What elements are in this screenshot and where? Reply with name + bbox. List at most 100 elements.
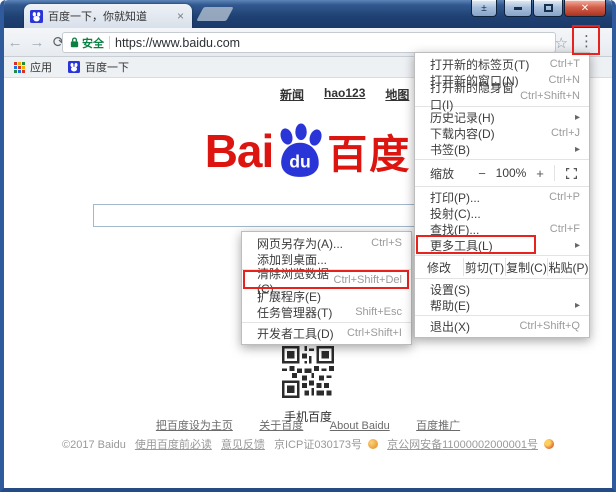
submenu-arrow-icon: ▸: [575, 240, 580, 251]
logo-text-hanzi: 百度: [327, 122, 411, 180]
menu-item-shortcut: Ctrl+Shift+Q: [519, 320, 580, 332]
menu-item-shortcut: Ctrl+T: [550, 58, 580, 70]
baidu-favicon-icon: [68, 61, 80, 73]
zoom-out-button[interactable]: −: [472, 166, 492, 181]
tab-close-icon[interactable]: ×: [175, 9, 186, 23]
menu-item-new-tab[interactable]: 打开新的标签页(T) Ctrl+T: [415, 56, 589, 72]
close-button[interactable]: ✕: [564, 0, 606, 17]
bookmark-label: 百度一下: [85, 59, 129, 75]
menu-item-shortcut: Ctrl+N: [549, 74, 580, 86]
forward-icon: →: [30, 34, 45, 51]
top-nav: 新闻 hao123 地图: [280, 86, 409, 103]
nav-link-hao123[interactable]: hao123: [324, 86, 365, 103]
menu-item-shortcut: Ctrl+Shift+N: [520, 90, 580, 102]
menu-item-label: 任务管理器(T): [257, 304, 332, 321]
menu-item-shortcut: Ctrl+P: [549, 191, 580, 203]
menu-dots-icon[interactable]: ⋮: [579, 32, 594, 52]
menu-item-shortcut: Shift+Esc: [355, 306, 402, 318]
footer-link-promotion[interactable]: 百度推广: [416, 420, 460, 432]
footer-link-must-read[interactable]: 使用百度前必读: [135, 439, 212, 451]
menu-item-label: 打印(P)...: [430, 189, 480, 206]
security-label: 安全: [82, 35, 104, 51]
zoom-label: 缩放: [430, 165, 472, 182]
menu-item-label: 退出(X): [430, 318, 470, 335]
fullscreen-button[interactable]: [559, 168, 583, 179]
beian-text[interactable]: 京公网安备11000002000001号: [387, 439, 538, 451]
menu-separator: [415, 186, 589, 187]
apps-label: 应用: [30, 59, 52, 75]
back-button[interactable]: ←: [4, 34, 26, 51]
browser-tab[interactable]: 百度一下，你就知道 ×: [24, 4, 192, 28]
submenu-item-extensions[interactable]: 扩展程序(E): [242, 288, 411, 304]
footer-link-about-en[interactable]: About Baidu: [330, 420, 390, 432]
maximize-button[interactable]: [533, 0, 563, 17]
new-tab-button[interactable]: [196, 7, 233, 21]
menu-item-incognito[interactable]: 打开新的隐身窗口(I) Ctrl+Shift+N: [415, 88, 589, 104]
bookmark-star-icon[interactable]: ☆: [555, 34, 568, 52]
footer-link-feedback[interactable]: 意见反馈: [221, 439, 265, 451]
menu-item-print[interactable]: 打印(P)... Ctrl+P: [415, 189, 589, 205]
menu-separator: [242, 322, 411, 323]
zoom-value: 100%: [492, 166, 530, 180]
menu-item-more-tools[interactable]: 更多工具(L) ▸: [415, 237, 589, 253]
security-chip[interactable]: 安全: [70, 35, 104, 51]
menu-separator: [415, 159, 589, 160]
title-bar: 百度一下，你就知道 × ± ✕: [4, 0, 612, 28]
forward-button[interactable]: →: [26, 34, 48, 51]
menu-item-bookmarks[interactable]: 书签(B) ▸: [415, 141, 589, 157]
menu-item-label: 投射(C)...: [430, 205, 481, 222]
menu-item-label: 打开新的标签页(T): [430, 56, 529, 73]
menu-item-label: 查找(F)...: [430, 221, 479, 238]
menu-item-downloads[interactable]: 下载内容(D) Ctrl+J: [415, 125, 589, 141]
nav-link-map[interactable]: 地图: [385, 86, 409, 103]
zoom-divider: [554, 165, 555, 181]
bookmark-item-baidu[interactable]: 百度一下: [68, 59, 129, 75]
menu-item-history[interactable]: 历史记录(H) ▸: [415, 109, 589, 125]
submenu-item-task-manager[interactable]: 任务管理器(T) Shift+Esc: [242, 304, 411, 320]
menu-separator: [415, 278, 589, 279]
pin-button[interactable]: ±: [471, 0, 497, 17]
menu-item-label: 历史记录(H): [430, 109, 495, 126]
baidu-paw-icon: du: [274, 123, 326, 179]
menu-item-edit: 修改 剪切(T) 复制(C) 粘贴(P): [415, 258, 589, 276]
menu-item-shortcut: Ctrl+Shift+I: [347, 327, 402, 339]
window-controls: ± ✕: [471, 0, 606, 17]
menu-item-shortcut: Ctrl+J: [551, 127, 580, 139]
beian-badge-icon: [544, 439, 554, 449]
omnibox-divider: [109, 36, 110, 49]
address-bar[interactable]: 安全 https://www.baidu.com: [62, 32, 556, 53]
footer-links: 把百度设为主页 关于百度 About Baidu 百度推广: [4, 416, 612, 434]
submenu-item-dev-tools[interactable]: 开发者工具(D) Ctrl+Shift+I: [242, 325, 411, 341]
submenu-item-save-page[interactable]: 网页另存为(A)... Ctrl+S: [242, 235, 411, 251]
submenu-item-clear-data[interactable]: 清除浏览数据(C)... Ctrl+Shift+Del: [242, 272, 411, 288]
menu-item-help[interactable]: 帮助(E) ▸: [415, 297, 589, 313]
maximize-icon: [544, 4, 553, 12]
close-icon: ✕: [581, 3, 589, 14]
footer-link-set-homepage[interactable]: 把百度设为主页: [156, 420, 233, 432]
menu-separator: [415, 315, 589, 316]
menu-item-exit[interactable]: 退出(X) Ctrl+Shift+Q: [415, 318, 589, 334]
minimize-icon: [514, 7, 522, 10]
minimize-button[interactable]: [504, 0, 532, 17]
apps-shortcut[interactable]: 应用: [14, 59, 52, 75]
menu-item-find[interactable]: 查找(F)... Ctrl+F: [415, 221, 589, 237]
submenu-arrow-icon: ▸: [575, 144, 580, 155]
zoom-in-button[interactable]: +: [530, 166, 550, 181]
copy-button[interactable]: 复制(C): [505, 258, 547, 276]
nav-link-news[interactable]: 新闻: [280, 86, 304, 103]
svg-text:du: du: [290, 152, 312, 172]
chrome-menu: 打开新的标签页(T) Ctrl+T 打开新的窗口(N) Ctrl+N 打开新的隐…: [414, 52, 590, 338]
menu-item-shortcut: Ctrl+S: [371, 237, 402, 249]
url-text: https://www.baidu.com: [115, 36, 240, 50]
menu-item-label: 开发者工具(D): [257, 325, 334, 342]
tab-title: 百度一下，你就知道: [48, 8, 170, 24]
cut-button[interactable]: 剪切(T): [463, 258, 505, 276]
apps-grid-icon: [14, 62, 25, 73]
paste-button[interactable]: 粘贴(P): [547, 258, 589, 276]
footer-link-about-cn[interactable]: 关于百度: [259, 420, 303, 432]
fullscreen-icon: [566, 168, 577, 179]
menu-item-cast[interactable]: 投射(C)...: [415, 205, 589, 221]
icp-text: 京ICP证030173号: [274, 439, 362, 451]
menu-item-label: 书签(B): [430, 141, 470, 158]
menu-item-settings[interactable]: 设置(S): [415, 281, 589, 297]
